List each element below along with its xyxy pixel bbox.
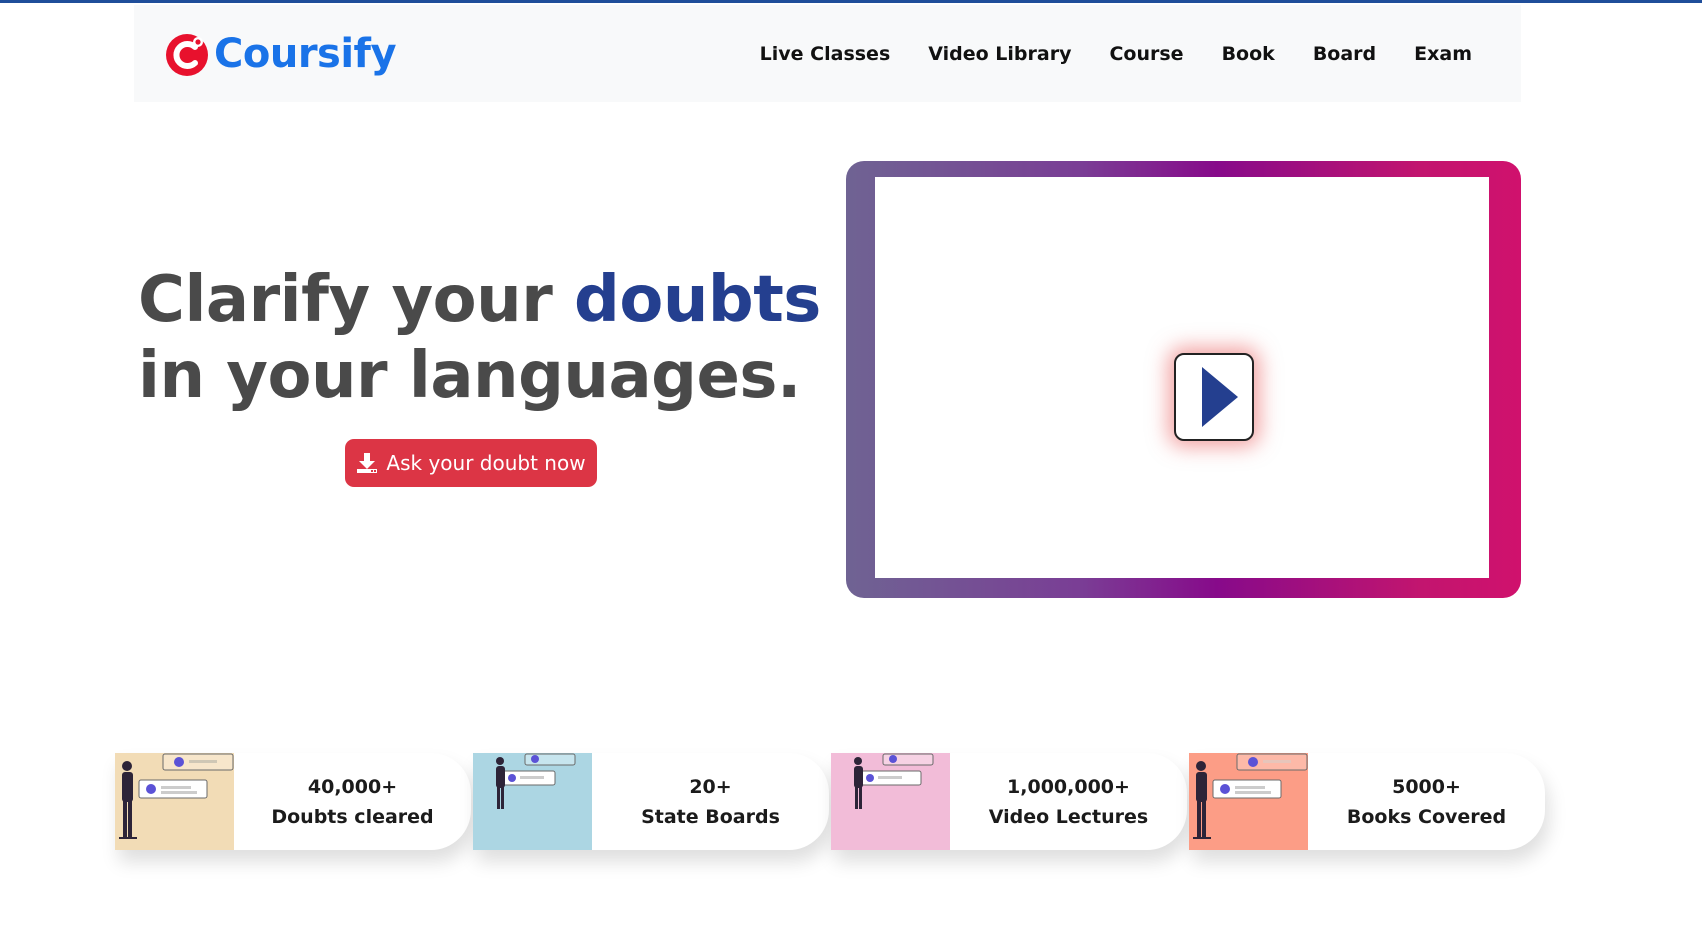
download-icon	[357, 453, 378, 473]
play-button[interactable]	[1174, 353, 1254, 441]
stat-text: 20+ State Boards	[592, 753, 829, 850]
stat-value: 40,000+	[307, 775, 398, 798]
video-frame	[846, 161, 1521, 598]
coursify-logo-icon	[166, 33, 208, 76]
hero-title: Clarify your doubts in your languages.	[138, 262, 821, 414]
person-chat-illustration	[473, 753, 592, 850]
video-player[interactable]	[875, 177, 1489, 578]
nav-course[interactable]: Course	[1109, 43, 1183, 65]
nav-links: Live Classes Video Library Course Book B…	[722, 43, 1472, 65]
stat-label: Books Covered	[1346, 805, 1507, 828]
top-accent-line	[0, 0, 1702, 3]
hero-title-line2: in your languages.	[138, 339, 801, 413]
nav-board[interactable]: Board	[1313, 43, 1376, 65]
brand-link[interactable]: Coursify	[164, 30, 397, 77]
stat-value: 5000+	[1392, 775, 1461, 798]
stat-value: 1,000,000+	[1007, 775, 1130, 798]
stat-text: 40,000+ Doubts cleared	[234, 753, 471, 850]
play-icon	[1180, 360, 1248, 434]
stat-text: 1,000,000+ Video Lectures	[950, 753, 1187, 850]
navbar: Coursify Live Classes Video Library Cour…	[134, 5, 1521, 102]
stat-label: Doubts cleared	[271, 805, 434, 828]
person-chat-illustration	[831, 753, 950, 850]
ask-doubt-button[interactable]: Ask your doubt now	[345, 439, 597, 487]
brand-name: Coursify	[214, 30, 397, 77]
nav-exam[interactable]: Exam	[1414, 43, 1472, 65]
stat-value: 20+	[689, 775, 732, 798]
ask-doubt-label: Ask your doubt now	[386, 451, 586, 475]
hero-title-part1: Clarify your	[138, 263, 553, 337]
nav-live-classes[interactable]: Live Classes	[760, 43, 891, 65]
hero-title-accent: doubts	[574, 263, 821, 337]
stat-label: State Boards	[641, 805, 780, 828]
person-chat-illustration	[1189, 753, 1308, 850]
nav-book[interactable]: Book	[1222, 43, 1275, 65]
stat-label: Video Lectures	[988, 805, 1149, 828]
person-chat-illustration	[115, 753, 234, 850]
stat-text: 5000+ Books Covered	[1308, 753, 1545, 850]
nav-video-library[interactable]: Video Library	[928, 43, 1071, 65]
